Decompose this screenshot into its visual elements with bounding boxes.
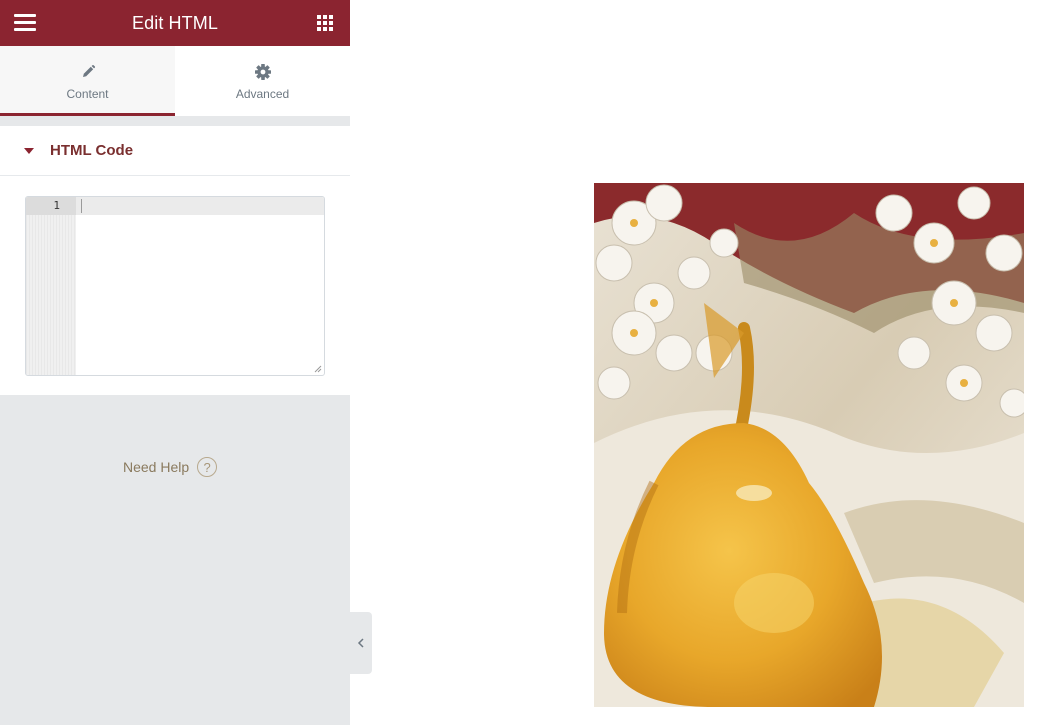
resize-handle-icon[interactable] (314, 365, 322, 373)
question-mark-icon: ? (197, 457, 218, 477)
preview-image[interactable] (594, 183, 1024, 707)
tab-advanced[interactable]: Advanced (175, 46, 350, 116)
panel-tabs: Content Advanced (0, 46, 350, 116)
caret-down-icon (24, 147, 34, 154)
panel-title: Edit HTML (132, 12, 218, 33)
pear-photo (594, 183, 1024, 707)
tab-content[interactable]: Content (0, 46, 175, 116)
line-number: 1 (53, 199, 60, 212)
tab-content-label: Content (66, 87, 109, 101)
widgets-grid-icon[interactable] (317, 15, 333, 31)
html-code-section: HTML Code 1 (0, 126, 350, 395)
panel-header: Edit HTML (0, 0, 350, 46)
section-title: HTML Code (50, 142, 134, 159)
need-help-link[interactable]: Need Help ? (123, 457, 218, 477)
collapse-panel-button[interactable] (350, 612, 372, 674)
editor-panel: Edit HTML Content Advanced HTML Code 1 N… (0, 0, 350, 725)
line-number-gutter (26, 197, 76, 375)
html-code-editor[interactable]: 1 (25, 196, 325, 376)
gear-icon (254, 61, 272, 83)
text-cursor (81, 199, 82, 213)
hamburger-menu-icon[interactable] (14, 14, 36, 31)
need-help-label: Need Help (123, 459, 190, 475)
pencil-icon (80, 61, 96, 83)
chevron-left-icon (357, 638, 364, 648)
tab-advanced-label: Advanced (235, 87, 290, 101)
section-toggle[interactable]: HTML Code (0, 126, 350, 176)
